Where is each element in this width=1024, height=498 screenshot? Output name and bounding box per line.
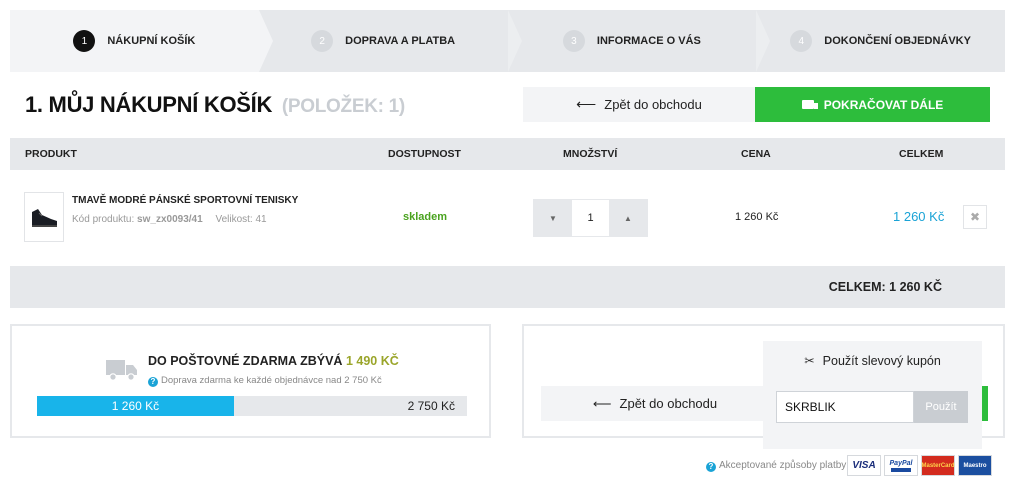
apply-coupon-button[interactable]: Použít xyxy=(914,391,968,423)
quantity-value[interactable]: 1 xyxy=(572,200,609,236)
cart-summary: CELKEM: 1 260 KČ xyxy=(10,266,1005,308)
page-title-text: 1. MŮJ NÁKUPNÍ KOŠÍK xyxy=(25,92,273,117)
continue-button-bottom[interactable] xyxy=(982,386,988,421)
step-info[interactable]: 3 INFORMACE O VÁS xyxy=(507,10,771,72)
free-shipping-note: ? Doprava zdarma ke každé objednávce nad … xyxy=(148,375,382,387)
cart-page: 1 NÁKUPNÍ KOŠÍK 2 DOPRAVA A PLATBA 3 INF… xyxy=(0,0,1024,498)
maestro-logo: Maestro xyxy=(958,455,992,476)
step-chevron xyxy=(756,10,771,72)
checkout-steps: 1 NÁKUPNÍ KOŠÍK 2 DOPRAVA A PLATBA 3 INF… xyxy=(10,10,1005,72)
free-shipping-note-text: Doprava zdarma ke každé objednávce nad 2… xyxy=(161,375,382,386)
sneaker-image xyxy=(32,209,57,227)
free-shipping-text: DO POŠTOVNÉ ZDARMA ZBÝVÁ xyxy=(148,354,343,368)
arrow-left-icon: ⟵ xyxy=(576,96,597,112)
column-product: PRODUKT xyxy=(25,148,77,160)
column-total: CELKEM xyxy=(899,148,944,160)
column-availability: DOSTUPNOST xyxy=(388,148,461,160)
unit-price: 1 260 Kč xyxy=(735,211,779,223)
cart-table-header: PRODUKT DOSTUPNOST MNOŽSTVÍ CENA CELKEM xyxy=(10,138,1005,170)
coupon-input[interactable] xyxy=(776,391,914,423)
coupon-heading-text: Použít slevový kupón xyxy=(822,354,941,368)
mastercard-logo: MasterCard xyxy=(921,455,955,476)
step-label: NÁKUPNÍ KOŠÍK xyxy=(107,35,196,47)
paypal-logo: PayPal xyxy=(884,455,918,476)
question-icon: ? xyxy=(148,376,158,387)
column-price: CENA xyxy=(741,148,771,160)
caret-up-icon: ▲ xyxy=(624,213,632,223)
product-name[interactable]: TMAVĚ MODRÉ PÁNSKÉ SPORTOVNÍ TENISKY xyxy=(72,195,298,206)
product-code-label: Kód produktu: xyxy=(72,214,135,225)
remove-item-button[interactable]: ✖ xyxy=(963,205,987,229)
visa-logo: VISA xyxy=(847,455,881,476)
step-label: DOKONČENÍ OBJEDNÁVKY xyxy=(824,35,971,47)
free-shipping-remaining: 1 490 KČ xyxy=(345,354,399,368)
back-to-shop-label: Zpět do obchodu xyxy=(619,396,718,411)
step-shipping[interactable]: 2 DOPRAVA A PLATBA xyxy=(258,10,522,72)
step-finish[interactable]: 4 DOKONČENÍ OBJEDNÁVKY xyxy=(756,10,1005,72)
close-icon: ✖ xyxy=(969,210,981,224)
paypal-logo-text: PayPal xyxy=(889,459,913,467)
availability-status: skladem xyxy=(403,211,448,223)
question-icon: ? xyxy=(706,461,716,472)
free-shipping-progress: 1 260 Kč 2 750 Kč xyxy=(37,396,467,416)
product-thumbnail[interactable] xyxy=(24,192,64,242)
truck-icon xyxy=(801,100,818,109)
back-to-shop-button-bottom[interactable]: ⟵ Zpět do obchodu xyxy=(541,386,769,421)
step-number: 2 xyxy=(311,30,334,52)
truck-icon xyxy=(106,360,137,381)
step-number: 1 xyxy=(73,30,96,52)
product-size: Velikost: 41 xyxy=(215,214,267,225)
step-number: 3 xyxy=(562,30,585,52)
item-count: (POLOŽEK: 1) xyxy=(281,96,405,117)
coupon-panel: ✂ Použít slevový kupón Použít xyxy=(763,341,982,449)
product-code: sw_zx0093/41 xyxy=(137,214,203,225)
product-meta: Kód produktu: sw_zx0093/41 Velikost: 41 xyxy=(72,214,267,225)
arrow-left-icon: ⟵ xyxy=(592,395,612,411)
decrease-quantity-button[interactable]: ▼ xyxy=(534,200,572,236)
payment-methods-note: ? Akceptované způsoby platby xyxy=(706,460,846,472)
cart-total: CELKEM: 1 260 KČ xyxy=(828,280,942,294)
back-to-shop-label: Zpět do obchodu xyxy=(604,97,702,112)
continue-label: POKRAČOVAT DÁLE xyxy=(823,97,944,112)
progress-threshold: 2 750 Kč xyxy=(407,399,455,413)
page-title: 1. MŮJ NÁKUPNÍ KOŠÍK (POLOŽEK: 1) xyxy=(25,92,405,118)
free-shipping-heading: DO POŠTOVNÉ ZDARMA ZBÝVÁ 1 490 KČ xyxy=(148,354,399,368)
step-number: 4 xyxy=(790,30,813,52)
continue-button[interactable]: POKRAČOVAT DÁLE xyxy=(755,87,990,122)
payment-methods-text: Akceptované způsoby platby xyxy=(719,460,847,471)
step-chevron xyxy=(507,10,522,72)
progress-fill: 1 260 Kč xyxy=(37,396,234,416)
caret-down-icon: ▼ xyxy=(549,213,557,223)
quantity-stepper: ▼ 1 ▲ xyxy=(533,199,648,237)
increase-quantity-button[interactable]: ▲ xyxy=(609,200,647,236)
free-shipping-box: DO POŠTOVNÉ ZDARMA ZBÝVÁ 1 490 KČ ? Dopra… xyxy=(10,324,491,438)
step-label: INFORMACE O VÁS xyxy=(596,35,701,47)
back-to-shop-button[interactable]: ⟵ Zpět do obchodu xyxy=(523,87,755,122)
column-quantity: MNOŽSTVÍ xyxy=(563,148,618,160)
payment-cards: VISA PayPal MasterCard Maestro xyxy=(847,455,992,476)
line-total: 1 260 Kč xyxy=(893,209,945,224)
coupon-heading[interactable]: ✂ Použít slevový kupón xyxy=(763,353,982,368)
scissors-icon: ✂ xyxy=(804,354,815,368)
step-cart[interactable]: 1 NÁKUPNÍ KOŠÍK xyxy=(10,10,273,72)
step-chevron xyxy=(258,10,273,72)
step-label: DOPRAVA A PLATBA xyxy=(345,35,456,47)
paypal-card-stripe xyxy=(891,467,911,472)
